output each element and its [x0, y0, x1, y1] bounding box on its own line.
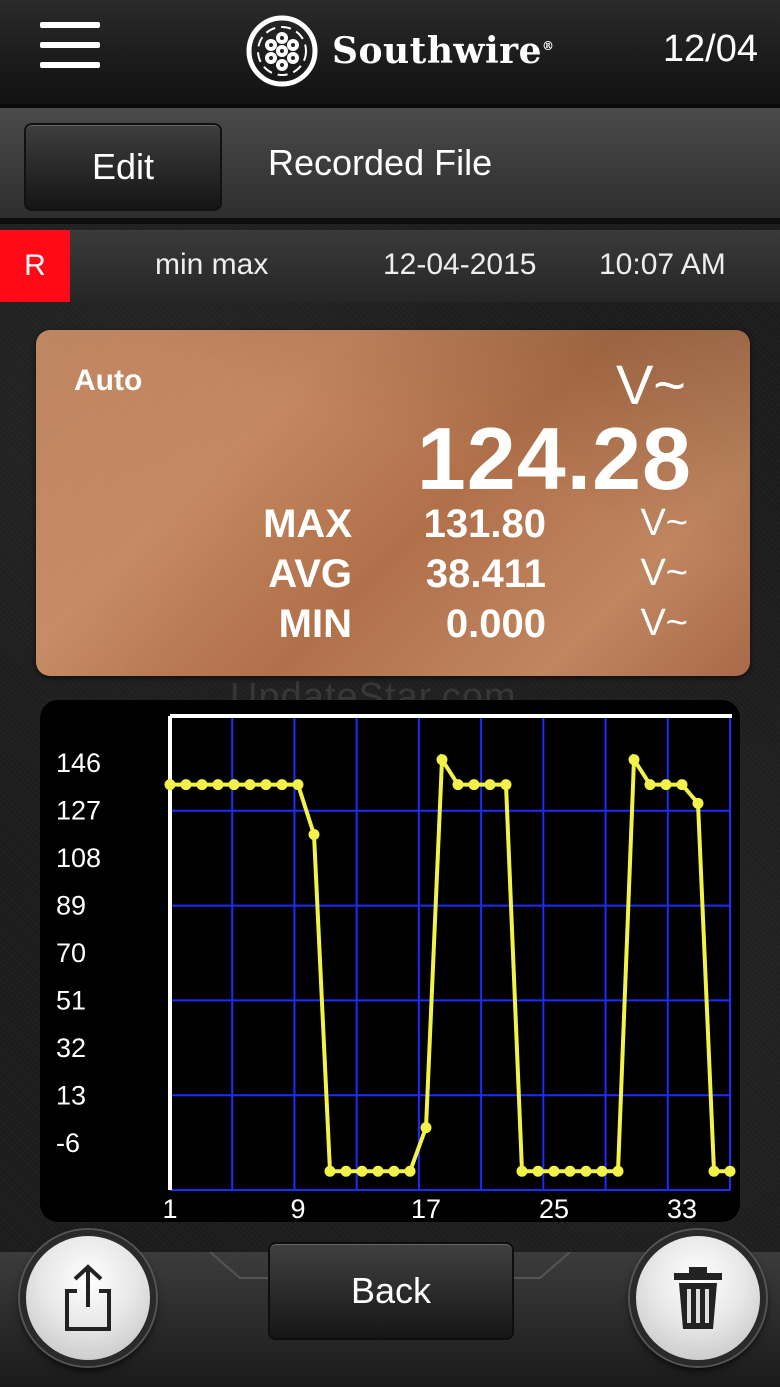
data-point	[260, 779, 272, 791]
stat-label: MIN	[278, 602, 352, 646]
record-info-bar: R min max 12-04-2015 10:07 AM	[0, 230, 780, 302]
data-point	[388, 1165, 400, 1177]
stat-unit: V~	[640, 502, 688, 544]
y-tick-label: 146	[56, 748, 101, 778]
data-point	[580, 1165, 592, 1177]
data-point	[228, 779, 240, 791]
share-button[interactable]	[20, 1230, 156, 1366]
stat-value: 0.000	[445, 602, 546, 646]
reading-panel: Auto V~ 124.28 MAX 131.80 V~ AVG 38.411 …	[36, 330, 750, 676]
data-point	[628, 754, 640, 766]
stat-label: MAX	[263, 502, 352, 546]
data-point	[324, 1165, 336, 1177]
data-point	[532, 1165, 544, 1177]
hamburger-icon	[40, 22, 100, 28]
record-time: 10:07 AM	[599, 248, 726, 281]
data-point	[500, 779, 512, 791]
stat-value: 131.80	[423, 502, 546, 546]
x-tick-label: 1	[162, 1194, 177, 1222]
y-tick-label: 32	[56, 1033, 86, 1063]
data-point	[660, 779, 672, 791]
voltage-chart: 146 127 108 89 70 51 32 13 -6 1 9 17 25 33	[56, 714, 736, 1222]
data-point	[452, 779, 464, 791]
title-bar: Edit Recorded File	[0, 108, 780, 224]
data-point	[276, 779, 288, 791]
x-tick-label: 17	[411, 1194, 441, 1222]
stat-row-min: MIN 0.000 V~	[36, 602, 750, 650]
data-point	[404, 1165, 416, 1177]
y-tick-label: 89	[56, 891, 86, 921]
y-tick-label: 70	[56, 938, 86, 968]
data-point	[212, 779, 224, 791]
data-point	[164, 779, 176, 791]
data-point	[724, 1165, 736, 1177]
hamburger-icon-bar	[40, 62, 100, 68]
brand-name: Southwire®	[332, 30, 555, 72]
data-point	[180, 779, 192, 791]
record-date: 12-04-2015	[383, 248, 537, 281]
stat-value: 38.411	[425, 552, 546, 596]
data-point	[516, 1165, 528, 1177]
data-point	[196, 779, 208, 791]
data-point	[340, 1165, 352, 1177]
y-tick-label: 51	[56, 986, 86, 1016]
data-point	[468, 779, 480, 791]
data-point	[484, 779, 496, 791]
data-point	[692, 797, 704, 809]
menu-button[interactable]	[40, 22, 102, 72]
range-label: Auto	[74, 364, 143, 397]
stat-unit: V~	[640, 552, 688, 594]
data-point	[548, 1165, 560, 1177]
trash-icon	[674, 1267, 722, 1329]
edit-button[interactable]: Edit	[24, 123, 222, 211]
main-reading-value: 124.28	[416, 409, 692, 508]
hamburger-icon-bar	[40, 42, 100, 48]
page-title: Recorded File	[268, 142, 493, 183]
series-line	[170, 753, 730, 1174]
data-point	[564, 1165, 576, 1177]
header-date: 12/04	[662, 28, 758, 70]
data-point	[612, 1165, 624, 1177]
data-point	[596, 1165, 608, 1177]
data-point	[436, 754, 448, 766]
delete-button[interactable]	[630, 1230, 766, 1366]
southwire-logo-icon	[246, 15, 318, 87]
stat-unit: V~	[640, 602, 688, 644]
data-point	[708, 1165, 720, 1177]
data-point	[420, 1122, 432, 1134]
x-tick-label: 25	[539, 1194, 569, 1222]
back-button[interactable]: Back	[268, 1242, 514, 1340]
stat-label: AVG	[268, 552, 352, 596]
x-tick-label: 33	[667, 1194, 697, 1222]
data-point	[372, 1165, 384, 1177]
y-tick-label: -6	[56, 1128, 80, 1158]
brand-logo: Southwire®	[244, 14, 555, 88]
record-mode: min max	[155, 248, 269, 281]
data-point	[308, 829, 320, 840]
data-point	[644, 779, 656, 791]
data-point	[292, 779, 304, 791]
y-tick-label: 108	[56, 843, 101, 873]
share-icon	[65, 1264, 111, 1331]
data-point	[356, 1165, 368, 1177]
record-badge: R	[0, 230, 70, 302]
top-header: Southwire® 12/04	[0, 0, 780, 108]
x-tick-label: 9	[290, 1194, 305, 1222]
y-tick-label: 127	[56, 796, 101, 826]
stat-row-avg: AVG 38.411 V~	[36, 552, 750, 600]
chart-panel: 146 127 108 89 70 51 32 13 -6 1 9 17 25 33	[40, 700, 740, 1222]
data-point	[676, 779, 688, 791]
stat-row-max: MAX 131.80 V~	[36, 502, 750, 550]
data-point	[244, 779, 256, 791]
y-tick-label: 13	[56, 1081, 86, 1111]
